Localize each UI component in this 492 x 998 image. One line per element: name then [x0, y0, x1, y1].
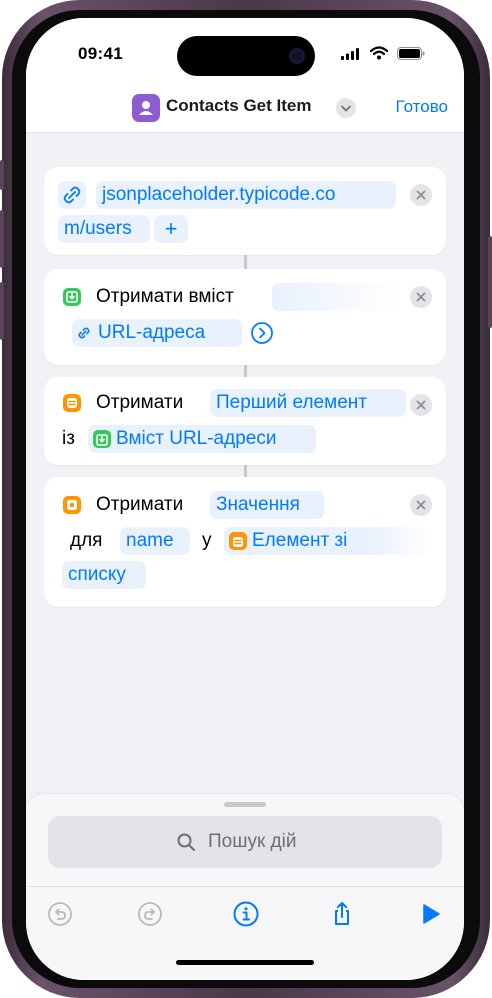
wifi-icon — [370, 46, 388, 60]
source-variable-token[interactable]: Вміст URL-адреси — [88, 425, 316, 453]
url-link-token[interactable] — [58, 181, 86, 209]
toolbar-divider — [26, 886, 464, 887]
close-icon — [416, 500, 426, 510]
action-button — [0, 160, 4, 190]
battery-icon — [397, 47, 425, 60]
dynamic-island — [177, 36, 315, 76]
shortcut-title[interactable]: Contacts Get Item — [166, 96, 311, 116]
url-value-line2[interactable]: m/users — [58, 215, 150, 243]
navigation-bar: Contacts Get Item Готово — [26, 84, 464, 133]
url-value-line1[interactable]: jsonplaceholder.typicode.co — [96, 181, 396, 209]
show-more-chevron-icon[interactable] — [250, 321, 274, 345]
key-token[interactable]: name — [120, 527, 190, 555]
volume-up-button — [0, 210, 4, 268]
sheet-grabber[interactable] — [224, 802, 266, 807]
remove-action-button[interactable] — [410, 184, 432, 206]
home-indicator — [176, 960, 314, 965]
download-icon — [63, 288, 81, 306]
action-connector — [244, 255, 247, 269]
screen: 09:41 Contacts Get Item Готово jsonplace… — [26, 18, 464, 980]
add-url-button[interactable]: + — [154, 215, 188, 243]
done-button[interactable]: Готово — [396, 97, 449, 117]
remove-action-button[interactable] — [410, 286, 432, 308]
get-contents-label: Отримати вміст — [96, 286, 234, 307]
redo-icon[interactable] — [136, 900, 164, 928]
in-label: у — [202, 530, 212, 551]
cellular-signal-icon — [341, 48, 359, 60]
get-contents-action-card[interactable]: Отримати вміст URL-адреса — [44, 269, 446, 365]
for-label: для — [70, 530, 103, 551]
get-item-label: Отримати — [96, 392, 184, 413]
download-icon — [93, 430, 111, 448]
side-button — [488, 236, 492, 328]
dictionary-variable-token[interactable]: Елемент зі — [224, 527, 430, 555]
shortcut-icon[interactable] — [132, 94, 160, 122]
close-icon — [416, 292, 426, 302]
method-token[interactable] — [272, 283, 400, 311]
action-search-field[interactable]: Пошук дій — [48, 816, 442, 868]
dictionary-variable-continued[interactable]: списку — [62, 561, 146, 589]
list-icon — [63, 394, 81, 412]
info-icon[interactable] — [232, 900, 260, 928]
person-icon — [139, 101, 153, 115]
source-variable-label: Вміст URL-адреси — [116, 428, 277, 449]
action-connector — [244, 465, 247, 477]
share-icon[interactable] — [328, 900, 356, 928]
get-value-action-card[interactable]: Отримати Значення для name у Елемент зі … — [44, 477, 446, 607]
url-variable-label: URL-адреса — [98, 322, 206, 343]
volume-down-button — [0, 282, 4, 340]
shortcut-editor: jsonplaceholder.typicode.co m/users + От… — [26, 133, 464, 813]
url-variable-token[interactable]: URL-адреса — [72, 319, 242, 347]
search-placeholder: Пошук дій — [208, 831, 297, 852]
dictionary-variable-label: Елемент зі — [252, 530, 348, 551]
camera-icon — [289, 48, 305, 64]
run-play-icon[interactable] — [416, 900, 444, 928]
search-icon — [177, 833, 195, 851]
status-bar: 09:41 — [26, 18, 464, 84]
url-action-card[interactable]: jsonplaceholder.typicode.co m/users + — [44, 167, 446, 255]
close-icon — [416, 400, 426, 410]
get-item-action-card[interactable]: Отримати Перший елемент із Вміст URL-адр… — [44, 377, 446, 465]
remove-action-button[interactable] — [410, 494, 432, 516]
link-icon — [78, 327, 90, 339]
close-icon — [416, 190, 426, 200]
title-menu-button[interactable] — [336, 98, 356, 118]
link-icon — [63, 186, 81, 204]
status-time: 09:41 — [78, 44, 123, 63]
undo-icon[interactable] — [46, 900, 74, 928]
get-value-label: Отримати — [96, 494, 184, 515]
dictionary-icon — [63, 496, 81, 514]
list-icon — [229, 532, 247, 550]
from-label: із — [62, 428, 75, 449]
item-selector-token[interactable]: Перший елемент — [210, 389, 406, 417]
action-search-sheet: Пошук дій — [26, 794, 464, 980]
action-connector — [244, 365, 247, 377]
value-selector-token[interactable]: Значення — [210, 491, 324, 519]
remove-action-button[interactable] — [410, 394, 432, 416]
chevron-down-icon — [341, 105, 351, 112]
